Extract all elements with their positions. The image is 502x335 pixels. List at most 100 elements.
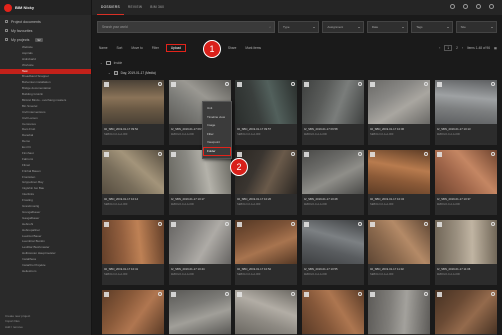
- help-icon[interactable]: [463, 4, 468, 9]
- card-options-icon[interactable]: [291, 292, 295, 296]
- card-checkbox[interactable]: [237, 82, 242, 87]
- card-checkbox[interactable]: [303, 292, 309, 297]
- upload-button[interactable]: Upload: [165, 44, 186, 52]
- card-checkbox[interactable]: [170, 152, 176, 157]
- image-card[interactable]: 02_SBN_2019-01-17 09:57 SEBOLO-0-A-A-000: [235, 80, 297, 145]
- image-card[interactable]: 02_SBN_2019-01-17 10:13 SEBOLO-0-A-A-000: [434, 80, 497, 145]
- image-thumbnail[interactable]: [235, 290, 297, 334]
- image-thumbnail[interactable]: [368, 80, 430, 124]
- card-checkbox[interactable]: [104, 292, 109, 297]
- card-options-icon[interactable]: [424, 82, 428, 86]
- image-thumbnail[interactable]: [368, 220, 430, 264]
- image-card[interactable]: [434, 290, 497, 335]
- sidebar-item-project-documents[interactable]: Project documents: [0, 17, 91, 26]
- card-checkbox[interactable]: [370, 152, 375, 157]
- grid-view-icon[interactable]: ▦: [494, 46, 497, 50]
- image-card[interactable]: 02_SBN_2019-01-17 10:55 SEBOLO-0-A-A-000: [301, 220, 364, 285]
- image-card[interactable]: 02_SBN_2019-01-17 10:34 SEBOLO-0-A-A-000: [368, 150, 430, 215]
- notification-icon[interactable]: [450, 4, 455, 9]
- image-card[interactable]: [301, 290, 364, 335]
- filter-site-dropdown[interactable]: Site: [455, 21, 498, 33]
- image-thumbnail[interactable]: [434, 290, 497, 334]
- image-card[interactable]: 02_SBN_2019-01-17 10:28 SEBOLO-0-A-A-000: [301, 150, 364, 215]
- card-checkbox[interactable]: [237, 222, 242, 227]
- menu-item[interactable]: Image: [203, 121, 231, 130]
- card-options-icon[interactable]: [224, 82, 229, 86]
- card-options-icon[interactable]: [291, 152, 295, 156]
- image-card[interactable]: 02_SBN_2019-01-17 11:02 SEBOLO-0-A-A-000: [368, 220, 430, 285]
- card-options-icon[interactable]: [158, 82, 162, 86]
- image-thumbnail[interactable]: [102, 220, 164, 264]
- menu-item[interactable]: Timeline view: [203, 113, 231, 122]
- card-options-icon[interactable]: [158, 152, 162, 156]
- image-thumbnail[interactable]: [434, 150, 497, 194]
- card-checkbox[interactable]: [104, 222, 109, 227]
- image-card[interactable]: [235, 290, 297, 335]
- image-thumbnail[interactable]: [368, 150, 430, 194]
- image-thumbnail[interactable]: [301, 290, 364, 334]
- card-checkbox[interactable]: [104, 82, 109, 87]
- image-card[interactable]: 02_SBN_2019-01-17 09:58 SEBOLO-0-A-A-000: [301, 80, 364, 145]
- image-card[interactable]: 02_SBN_2019-01-17 10:52 SEBOLO-0-A-A-000: [235, 220, 297, 285]
- menu-item[interactable]: Folder: [203, 146, 231, 156]
- tab-review[interactable]: REVIEW: [124, 0, 146, 15]
- card-checkbox[interactable]: [237, 152, 242, 157]
- card-options-icon[interactable]: [357, 82, 362, 86]
- user-avatar-icon[interactable]: [489, 4, 494, 9]
- card-options-icon[interactable]: [291, 82, 295, 86]
- image-card[interactable]: [102, 290, 164, 335]
- card-options-icon[interactable]: [224, 292, 229, 296]
- card-checkbox[interactable]: [436, 222, 442, 227]
- group-row[interactable]: ⌄ Day, 2019-01-17 (Media): [108, 69, 156, 77]
- card-options-icon[interactable]: [490, 292, 495, 296]
- brand-bar[interactable]: BIM Nicky: [0, 0, 91, 15]
- add-remove-link[interactable]: Add / remove: [5, 325, 30, 331]
- menu-item[interactable]: Filter: [203, 130, 231, 139]
- card-options-icon[interactable]: [490, 222, 495, 226]
- card-options-icon[interactable]: [490, 82, 495, 86]
- menu-item[interactable]: Unit: [203, 104, 231, 113]
- card-options-icon[interactable]: [424, 222, 428, 226]
- search-input[interactable]: Search your world ⌕: [97, 21, 275, 33]
- card-checkbox[interactable]: [436, 292, 442, 297]
- image-thumbnail[interactable]: [168, 220, 231, 264]
- filter-assignment-dropdown[interactable]: Assignment: [322, 21, 364, 33]
- sidebar-item-project[interactable]: Heilestrom: [0, 269, 91, 275]
- card-options-icon[interactable]: [158, 292, 162, 296]
- card-checkbox[interactable]: [237, 292, 242, 297]
- image-card[interactable]: [168, 290, 231, 335]
- image-thumbnail[interactable]: [102, 150, 164, 194]
- image-thumbnail[interactable]: [368, 290, 430, 334]
- image-thumbnail[interactable]: [301, 150, 364, 194]
- image-card[interactable]: 02_SBN_2019-01-17 10:37 SEBOLO-0-A-A-000: [434, 150, 497, 215]
- card-checkbox[interactable]: [170, 222, 176, 227]
- card-checkbox[interactable]: [436, 82, 442, 87]
- image-thumbnail[interactable]: [434, 220, 497, 264]
- folder-row[interactable]: ⌄ Inside: [100, 59, 122, 67]
- card-options-icon[interactable]: [224, 222, 229, 226]
- card-checkbox[interactable]: [370, 82, 375, 87]
- toolbar-share[interactable]: Share: [226, 45, 239, 51]
- card-options-icon[interactable]: [424, 292, 428, 296]
- card-checkbox[interactable]: [303, 222, 309, 227]
- filter-date-dropdown[interactable]: Date: [366, 21, 409, 33]
- image-card[interactable]: 02_SBN_2019-01-17 11:06 SEBOLO-0-A-A-000: [434, 220, 497, 285]
- card-checkbox[interactable]: [370, 222, 375, 227]
- image-thumbnail[interactable]: [434, 80, 497, 124]
- tab-dossiers[interactable]: DOSSIERS: [97, 0, 124, 15]
- card-checkbox[interactable]: [303, 152, 309, 157]
- card-checkbox[interactable]: [436, 152, 442, 157]
- next-page-icon[interactable]: ›: [462, 46, 463, 50]
- image-card[interactable]: 02_SBN_2019-01-17 10:44 SEBOLO-0-A-A-000: [168, 220, 231, 285]
- image-thumbnail[interactable]: [235, 220, 297, 264]
- image-thumbnail[interactable]: [301, 80, 364, 124]
- menu-item[interactable]: Viewpoint: [203, 138, 231, 147]
- card-options-icon[interactable]: [424, 152, 428, 156]
- image-card[interactable]: 02_SBN_2019-01-17 10:17 SEBOLO-0-A-A-000: [168, 150, 231, 215]
- page-input[interactable]: 1: [444, 45, 453, 51]
- toolbar-sort[interactable]: Sort: [115, 45, 125, 51]
- card-checkbox[interactable]: [170, 292, 176, 297]
- card-options-icon[interactable]: [357, 152, 362, 156]
- toolbar-filter[interactable]: Filter: [150, 45, 161, 51]
- card-options-icon[interactable]: [490, 152, 495, 156]
